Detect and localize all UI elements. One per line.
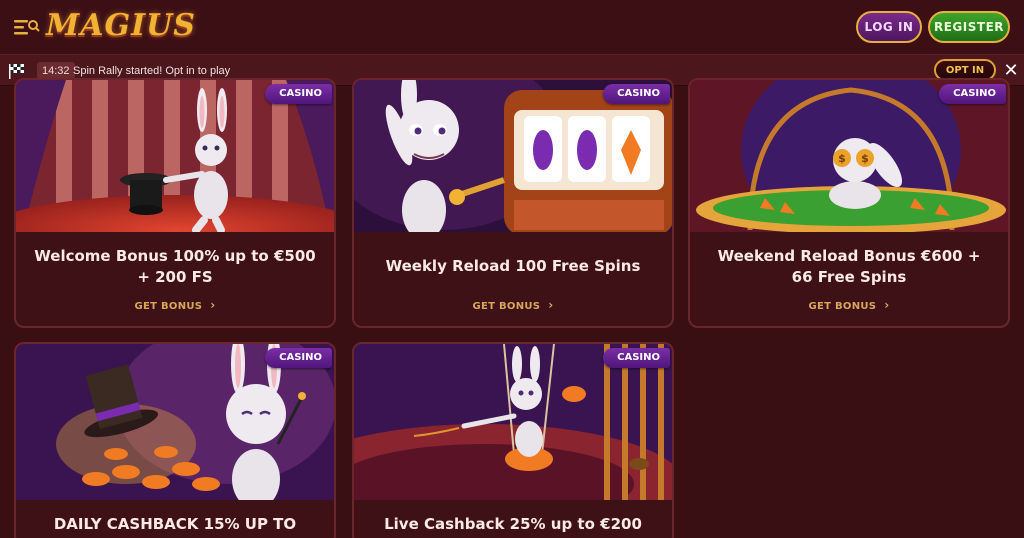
promo-card-daily-cashback[interactable]: CASINO DAILY CASHBACK 15% UP TO €400 (14, 342, 336, 538)
notification-message: Spin Rally started! Opt in to play (73, 65, 231, 77)
close-icon[interactable]: ✕ (1002, 60, 1020, 80)
promo-card-weekend-reload[interactable]: $ $ CASINO Weekend Reload Bonus €600 + 6… (688, 78, 1010, 328)
promo-card-live-cashback[interactable]: CASINO Live Cashback 25% up to €200 (352, 342, 674, 538)
promo-title: Welcome Bonus 100% up to €500 + 200 FS (34, 247, 316, 286)
register-button[interactable]: REGISTER (928, 11, 1010, 43)
chevron-right-icon: › (210, 298, 216, 312)
get-bonus-link[interactable]: GET BONUS › (354, 298, 672, 312)
svg-text:$: $ (838, 152, 846, 165)
get-bonus-label: GET BONUS (134, 301, 203, 312)
get-bonus-link[interactable]: GET BONUS › (690, 298, 1008, 312)
menu-icon (14, 20, 40, 35)
get-bonus-link[interactable]: GET BONUS › (16, 298, 334, 312)
promo-title: Weekly Reload 100 Free Spins (385, 257, 641, 275)
get-bonus-label: GET BONUS (472, 301, 541, 312)
casino-badge: CASINO (603, 84, 670, 104)
magius-logo[interactable]: MAGIUS (46, 6, 196, 46)
promo-card-welcome-bonus[interactable]: CASINO Welcome Bonus 100% up to €500 + 2… (14, 78, 336, 328)
promo-card-weekly-reload[interactable]: CASINO Weekly Reload 100 Free Spins GET … (352, 78, 674, 328)
casino-badge: CASINO (265, 84, 332, 104)
checkered-flag-icon (9, 64, 24, 79)
promo-title: DAILY CASHBACK 15% UP TO €400 (53, 515, 297, 538)
svg-text:$: $ (861, 152, 869, 165)
chevron-right-icon: › (548, 298, 554, 312)
casino-badge: CASINO (603, 348, 670, 368)
casino-badge: CASINO (939, 84, 1006, 104)
menu-button[interactable] (12, 14, 40, 40)
get-bonus-label: GET BONUS (808, 301, 877, 312)
login-button[interactable]: LOG IN (856, 11, 922, 43)
top-header: MAGIUS LOG IN REGISTER (0, 0, 1024, 54)
chevron-right-icon: › (884, 298, 890, 312)
promo-title: Weekend Reload Bonus €600 + 66 Free Spin… (717, 247, 981, 286)
promo-title: Live Cashback 25% up to €200 (384, 515, 642, 533)
casino-badge: CASINO (265, 348, 332, 368)
